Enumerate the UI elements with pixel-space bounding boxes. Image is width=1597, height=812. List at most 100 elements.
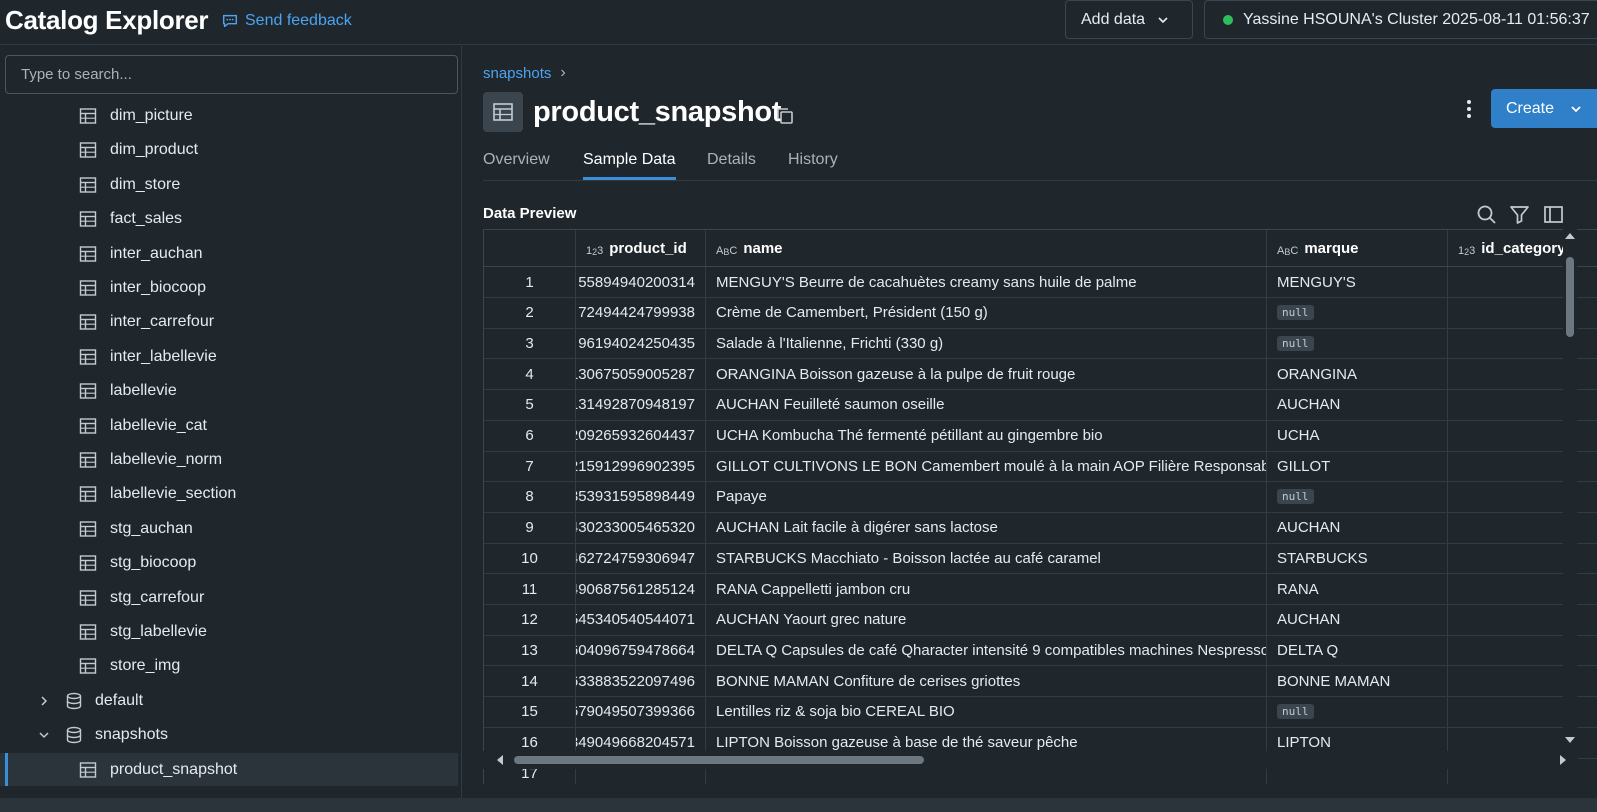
- cell-product-id[interactable]: 430233005465320: [576, 512, 706, 543]
- tree-schema-snapshots[interactable]: snapshots: [0, 718, 458, 751]
- chevron-right-icon[interactable]: [37, 694, 51, 708]
- scroll-right-arrow-icon[interactable]: [1558, 754, 1568, 766]
- cell-product-id[interactable]: 490687561285124: [576, 574, 706, 604]
- cell-name[interactable]: MENGUY'S Beurre de cacahuètes creamy san…: [706, 267, 1267, 297]
- cell-product-id[interactable]: 462724759306947: [576, 543, 706, 574]
- breadcrumb-schema-link[interactable]: snapshots: [483, 65, 551, 82]
- tree-table-inter-auchan[interactable]: inter_auchan: [0, 237, 458, 270]
- tree-table-inter-labellevie[interactable]: inter_labellevie: [0, 340, 458, 373]
- cluster-selector[interactable]: Yassine HSOUNA's Cluster 2025-08-11 01:5…: [1204, 0, 1597, 39]
- tree-table-inter-carrefour[interactable]: inter_carrefour: [0, 305, 458, 338]
- scroll-up-arrow-icon[interactable]: [1564, 231, 1576, 241]
- cell-product-id[interactable]: 604096759478664: [576, 635, 706, 666]
- table-icon: [79, 589, 97, 606]
- cell-product-id[interactable]: 215912996902395: [576, 451, 706, 482]
- cell-name[interactable]: AUCHAN Lait facile à digérer sans lactos…: [706, 512, 1267, 543]
- cell-name[interactable]: GILLOT CULTIVONS LE BON Camembert moulé …: [706, 451, 1267, 482]
- tab-sample-data[interactable]: Sample Data: [583, 151, 676, 180]
- column-header-name[interactable]: A B C name: [706, 230, 1267, 266]
- table-row: 3 96194024250435 Salade à l'Italienne, Fri…: [484, 328, 1597, 360]
- vertical-scrollbar[interactable]: [1563, 229, 1577, 749]
- cell-product-id[interactable]: 55894940200314: [576, 267, 706, 297]
- filter-icon[interactable]: [1509, 204, 1530, 225]
- cell-name[interactable]: BONNE MAMAN Confiture de cerises griotte…: [706, 666, 1267, 697]
- horizontal-scroll-thumb[interactable]: [514, 756, 924, 764]
- tree-table-labellevie[interactable]: labellevie: [0, 374, 458, 407]
- more-options-icon[interactable]: [1461, 98, 1477, 120]
- cell-marque[interactable]: null: [1267, 297, 1448, 328]
- column-header-marque[interactable]: A B C marque: [1267, 230, 1448, 266]
- cell-marque[interactable]: UCHA: [1267, 420, 1448, 451]
- cell-name[interactable]: DELTA Q Capsules de café Qharacter inten…: [706, 635, 1267, 666]
- cell-marque[interactable]: AUCHAN: [1267, 604, 1448, 635]
- copy-icon[interactable]: [775, 106, 795, 126]
- cell-name[interactable]: ORANGINA Boisson gazeuse à la pulpe de f…: [706, 359, 1267, 390]
- cell-name[interactable]: Lentilles riz & soja bio CEREAL BIO: [706, 696, 1267, 727]
- tree-table-labellevie-cat[interactable]: labellevie_cat: [0, 409, 458, 442]
- cell-marque[interactable]: AUCHAN: [1267, 389, 1448, 420]
- tree-item-label: snapshots: [95, 725, 168, 743]
- scroll-left-arrow-icon[interactable]: [495, 754, 505, 766]
- cell-marque[interactable]: AUCHAN: [1267, 512, 1448, 543]
- tree-table-dim-store[interactable]: dim_store: [0, 168, 458, 201]
- cell-marque[interactable]: RANA: [1267, 574, 1448, 604]
- cell-product-id[interactable]: 131492870948197: [576, 389, 706, 420]
- cell-marque[interactable]: null: [1267, 696, 1448, 727]
- column-header-product-id[interactable]: 1 2 3 product_id: [576, 230, 706, 266]
- tree-table-product-snapshot[interactable]: product_snapshot: [0, 753, 458, 786]
- tree-table-stg-carrefour[interactable]: stg_carrefour: [0, 581, 458, 614]
- cell-name[interactable]: Papaye: [706, 481, 1267, 512]
- cell-product-id[interactable]: 633883522097496: [576, 666, 706, 697]
- tab-details[interactable]: Details: [707, 151, 756, 177]
- tree-table-fact-sales[interactable]: fact_sales: [0, 202, 458, 235]
- cell-product-id[interactable]: 545340540544071: [576, 604, 706, 635]
- create-button[interactable]: Create: [1491, 89, 1597, 128]
- cell-marque[interactable]: null: [1267, 481, 1448, 512]
- cell-name[interactable]: AUCHAN Feuilleté saumon oseille: [706, 389, 1267, 420]
- search-input[interactable]: Type to search...: [5, 55, 458, 94]
- cell-name[interactable]: Salade à l'Italienne, Frichti (330 g): [706, 328, 1267, 359]
- tree-table-stg-biocoop[interactable]: stg_biocoop: [0, 546, 458, 579]
- scroll-down-arrow-icon[interactable]: [1564, 735, 1576, 745]
- tree-table-store-img[interactable]: store_img: [0, 649, 458, 682]
- cell-product-id[interactable]: 72494424799938: [576, 297, 706, 328]
- tab-overview[interactable]: Overview: [483, 151, 550, 177]
- horizontal-scrollbar[interactable]: [483, 751, 1578, 769]
- tree-table-dim-picture[interactable]: dim_picture: [0, 99, 458, 132]
- tree-table-stg-labellevie[interactable]: stg_labellevie: [0, 615, 458, 648]
- cell-marque[interactable]: GILLOT: [1267, 451, 1448, 482]
- tab-history[interactable]: History: [788, 151, 838, 177]
- tree-item-label: inter_labellevie: [110, 347, 217, 365]
- panel-toggle-icon[interactable]: [1543, 204, 1564, 225]
- cell-name[interactable]: RANA Cappelletti jambon cru: [706, 574, 1267, 604]
- tree-table-labellevie-norm[interactable]: labellevie_norm: [0, 443, 458, 476]
- cell-name[interactable]: AUCHAN Yaourt grec nature: [706, 604, 1267, 635]
- cell-product-id[interactable]: 353931595898449: [576, 481, 706, 512]
- send-feedback-label: Send feedback: [245, 12, 352, 29]
- cell-name[interactable]: UCHA Kombucha Thé fermenté pétillant au …: [706, 420, 1267, 451]
- cell-product-id[interactable]: 96194024250435: [576, 328, 706, 359]
- tree-table-stg-auchan[interactable]: stg_auchan: [0, 512, 458, 545]
- add-data-button[interactable]: Add data: [1065, 0, 1193, 39]
- send-feedback-link[interactable]: Send feedback: [221, 12, 352, 30]
- cell-product-id[interactable]: 130675059005287: [576, 359, 706, 390]
- cell-name[interactable]: STARBUCKS Macchiato - Boisson lactée au …: [706, 543, 1267, 574]
- cell-marque[interactable]: ORANGINA: [1267, 359, 1448, 390]
- tree-table-inter-biocoop[interactable]: inter_biocoop: [0, 271, 458, 304]
- cell-marque[interactable]: BONNE MAMAN: [1267, 666, 1448, 697]
- cell-product-id[interactable]: 679049507399366: [576, 696, 706, 727]
- cell-marque[interactable]: MENGUY'S: [1267, 267, 1448, 297]
- vertical-scroll-thumb[interactable]: [1566, 257, 1574, 337]
- tree-table-dim-product[interactable]: dim_product: [0, 133, 458, 166]
- tree-table-labellevie-section[interactable]: labellevie_section: [0, 477, 458, 510]
- chevron-down-icon[interactable]: [37, 728, 51, 742]
- tree-item-label: dim_product: [110, 140, 199, 158]
- tree-schema-default[interactable]: default: [0, 684, 458, 717]
- cell-marque[interactable]: STARBUCKS: [1267, 543, 1448, 574]
- cell-name[interactable]: Crème de Camembert, Président (150 g): [706, 297, 1267, 328]
- tree-item-label: fact_sales: [110, 209, 183, 227]
- cell-marque[interactable]: DELTA Q: [1267, 635, 1448, 666]
- search-icon[interactable]: [1476, 204, 1497, 225]
- cell-marque[interactable]: null: [1267, 328, 1448, 359]
- cell-product-id[interactable]: 209265932604437: [576, 420, 706, 451]
